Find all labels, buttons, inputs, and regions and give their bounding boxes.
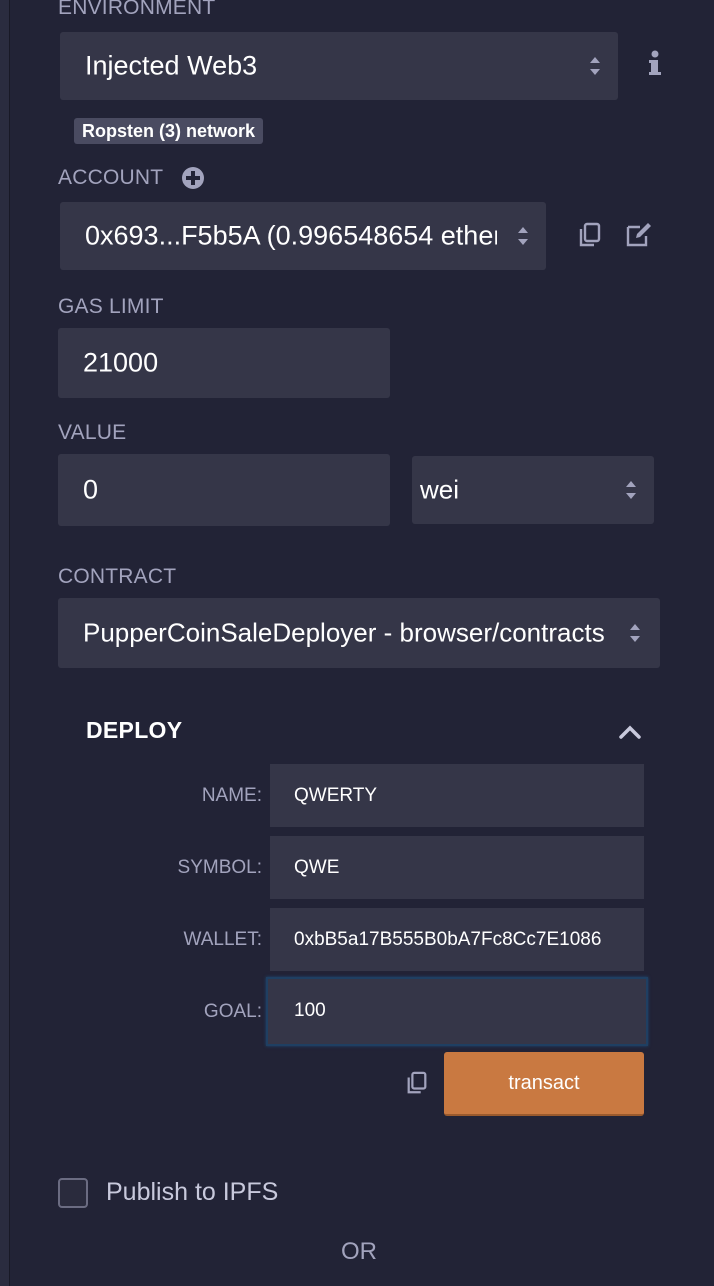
collapse-chevron-up-icon[interactable]	[618, 724, 642, 740]
param-input-symbol[interactable]: QWE	[270, 836, 644, 899]
run-panel: ENVIRONMENT Injected Web3 Ropsten (3) ne…	[0, 0, 714, 1286]
select-arrows-icon	[626, 481, 636, 499]
gas-limit-value: 21000	[83, 347, 159, 378]
value-unit: wei	[420, 474, 460, 505]
contract-select[interactable]: PupperCoinSaleDeployer - browser/contrac…	[58, 598, 660, 668]
param-input-goal[interactable]: 100	[266, 977, 648, 1046]
param-input-wallet[interactable]: 0xbB5a17B555B0bA7Fc8Cc7E1086	[270, 908, 644, 971]
param-label-symbol: SYMBOL:	[177, 857, 262, 878]
environment-select[interactable]: Injected Web3	[60, 32, 618, 100]
select-arrows-icon	[630, 624, 640, 642]
account-select[interactable]: 0x693...F5b5A (0.996548654 ether)	[60, 202, 546, 270]
info-icon[interactable]	[648, 50, 662, 78]
select-arrows-icon	[518, 227, 528, 245]
param-label-name: NAME:	[201, 785, 262, 806]
value-label: VALUE	[58, 421, 127, 444]
environment-select-value: Injected Web3	[85, 50, 258, 81]
param-label-goal: GOAL:	[203, 1001, 262, 1022]
deploy-title: DEPLOY	[86, 717, 183, 743]
select-arrows-icon	[590, 57, 600, 75]
transact-button[interactable]: transact	[444, 1052, 644, 1116]
panel-left-edge	[0, 0, 10, 1286]
contract-label: CONTRACT	[58, 565, 177, 588]
param-input-name[interactable]: QWERTY	[270, 764, 644, 827]
copy-calldata-icon[interactable]	[405, 1070, 429, 1096]
or-divider-label: OR	[341, 1238, 377, 1265]
account-label: ACCOUNT	[58, 166, 164, 189]
environment-label: ENVIRONMENT	[58, 0, 216, 19]
account-select-value: 0x693...F5b5A (0.996548654 ether)	[85, 220, 497, 251]
copy-address-icon[interactable]	[577, 222, 603, 248]
gas-limit-label: GAS LIMIT	[58, 295, 164, 318]
publish-ipfs-checkbox[interactable]	[58, 1178, 88, 1208]
gas-limit-input[interactable]: 21000	[58, 328, 390, 398]
add-account-icon[interactable]	[181, 166, 205, 190]
publish-ipfs-label: Publish to IPFS	[106, 1178, 279, 1206]
network-badge: Ropsten (3) network	[74, 118, 264, 144]
value-unit-select[interactable]: wei	[412, 456, 654, 524]
edit-icon[interactable]	[625, 222, 653, 248]
contract-select-value: PupperCoinSaleDeployer - browser/contrac…	[83, 617, 605, 648]
value-amount: 0	[83, 474, 99, 505]
param-label-wallet: WALLET:	[183, 929, 263, 950]
value-input[interactable]: 0	[58, 454, 390, 526]
